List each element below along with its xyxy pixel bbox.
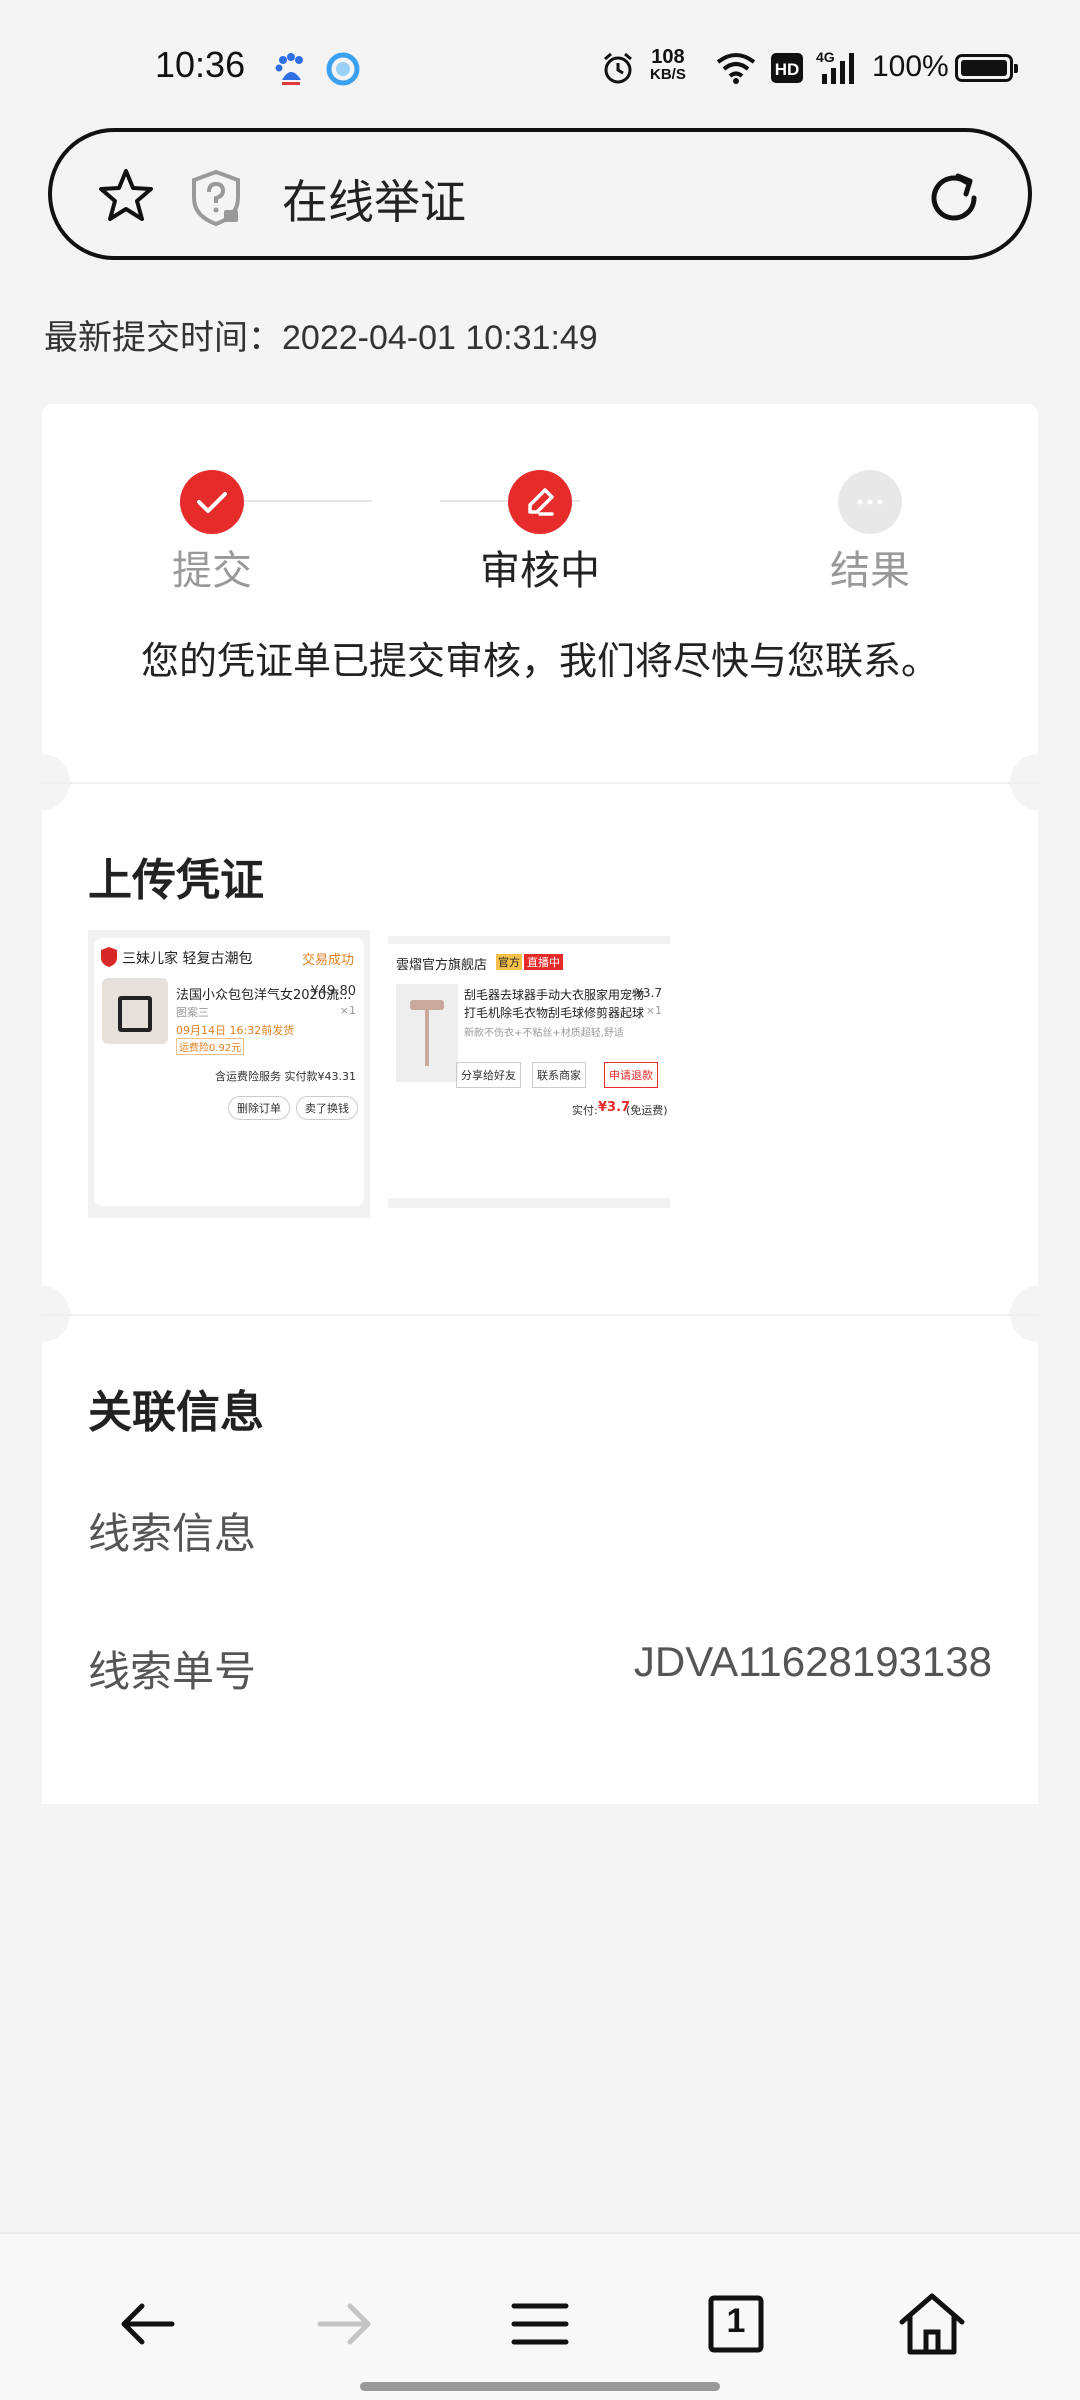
evidence-image-1[interactable]: 三妹儿家 轻复古潮包 交易成功 法国小众包包洋气女2020流... ¥49.80… xyxy=(88,930,370,1218)
shop-logo-icon xyxy=(100,946,118,972)
step-label-result: 结果 xyxy=(830,548,910,594)
submit-time: 最新提交时间：2022-04-01 10:31:49 xyxy=(44,310,598,359)
status-message: 您的凭证单已提交审核，我们将尽快与您联系。 xyxy=(140,639,939,683)
submit-time-label: 最新提交时间： xyxy=(44,318,282,358)
submit-time-value: 2022-04-01 10:31:49 xyxy=(282,319,598,357)
product-photo xyxy=(396,984,458,1082)
evidence-card: 提交 审核中 结果 您的凭证单已提交审核，我们将尽快与您联系。 上传凭证 三妹儿… xyxy=(14,404,1066,1804)
net-speed: 108 KB/S xyxy=(650,46,686,83)
refresh-icon[interactable] xyxy=(924,168,984,232)
url-bar[interactable]: 在线举证 xyxy=(48,128,1032,260)
home-icon[interactable] xyxy=(892,2284,972,2364)
clue-info-label: 线索信息 xyxy=(88,1509,257,1558)
signal-4g-icon: 4G xyxy=(816,48,862,90)
edit-icon xyxy=(528,488,554,516)
star-icon[interactable] xyxy=(96,166,156,230)
alarm-icon xyxy=(600,50,636,90)
dots-icon xyxy=(857,499,883,505)
forward-arrow-icon[interactable] xyxy=(304,2284,384,2364)
step-current-marker xyxy=(508,470,572,534)
upload-section-title: 上传凭证 xyxy=(88,855,264,906)
step-done-marker xyxy=(180,470,244,534)
tab-count: 1 xyxy=(726,2302,746,2340)
shield-question-icon[interactable] xyxy=(188,168,244,232)
back-arrow-icon[interactable] xyxy=(108,2284,188,2364)
baidu-icon xyxy=(274,52,308,90)
bottom-nav: 1 xyxy=(0,2232,1080,2400)
status-time: 10:36 xyxy=(155,44,246,85)
related-section-title: 关联信息 xyxy=(88,1387,264,1438)
evidence-image-2[interactable]: 雲熠官方旗舰店 官方 直播中 刮毛器去球器手动大衣服家用宠物 ¥3.7 打毛机除… xyxy=(388,936,670,1208)
step-label-submit: 提交 xyxy=(172,548,252,594)
card-divider xyxy=(42,782,1038,784)
step-pending-marker xyxy=(838,470,902,534)
check-icon xyxy=(197,492,227,513)
hd-icon: HD xyxy=(770,52,804,88)
status-bar: 10:36 108 KB/S HD 4G 100% xyxy=(0,0,1080,125)
page-title: 在线举证 xyxy=(282,175,466,229)
battery-percent: 100% xyxy=(872,50,949,83)
clue-number-label: 线索单号 xyxy=(88,1647,257,1696)
card-zigzag-edge xyxy=(42,1782,1038,1804)
battery-icon xyxy=(955,54,1018,82)
step-label-reviewing: 审核中 xyxy=(480,548,600,594)
svg-text:HD: HD xyxy=(775,60,800,79)
menu-icon[interactable] xyxy=(500,2284,580,2364)
home-indicator[interactable] xyxy=(360,2382,720,2391)
wifi-icon xyxy=(716,52,756,88)
browser-icon xyxy=(326,52,360,90)
tabs-icon[interactable]: 1 xyxy=(696,2284,776,2364)
product-photo xyxy=(102,978,168,1044)
card-divider xyxy=(42,1314,1038,1316)
step-connector xyxy=(222,500,372,502)
svg-text:4G: 4G xyxy=(816,49,835,65)
clue-number-value: JDVA11628193138 xyxy=(633,1638,992,1685)
